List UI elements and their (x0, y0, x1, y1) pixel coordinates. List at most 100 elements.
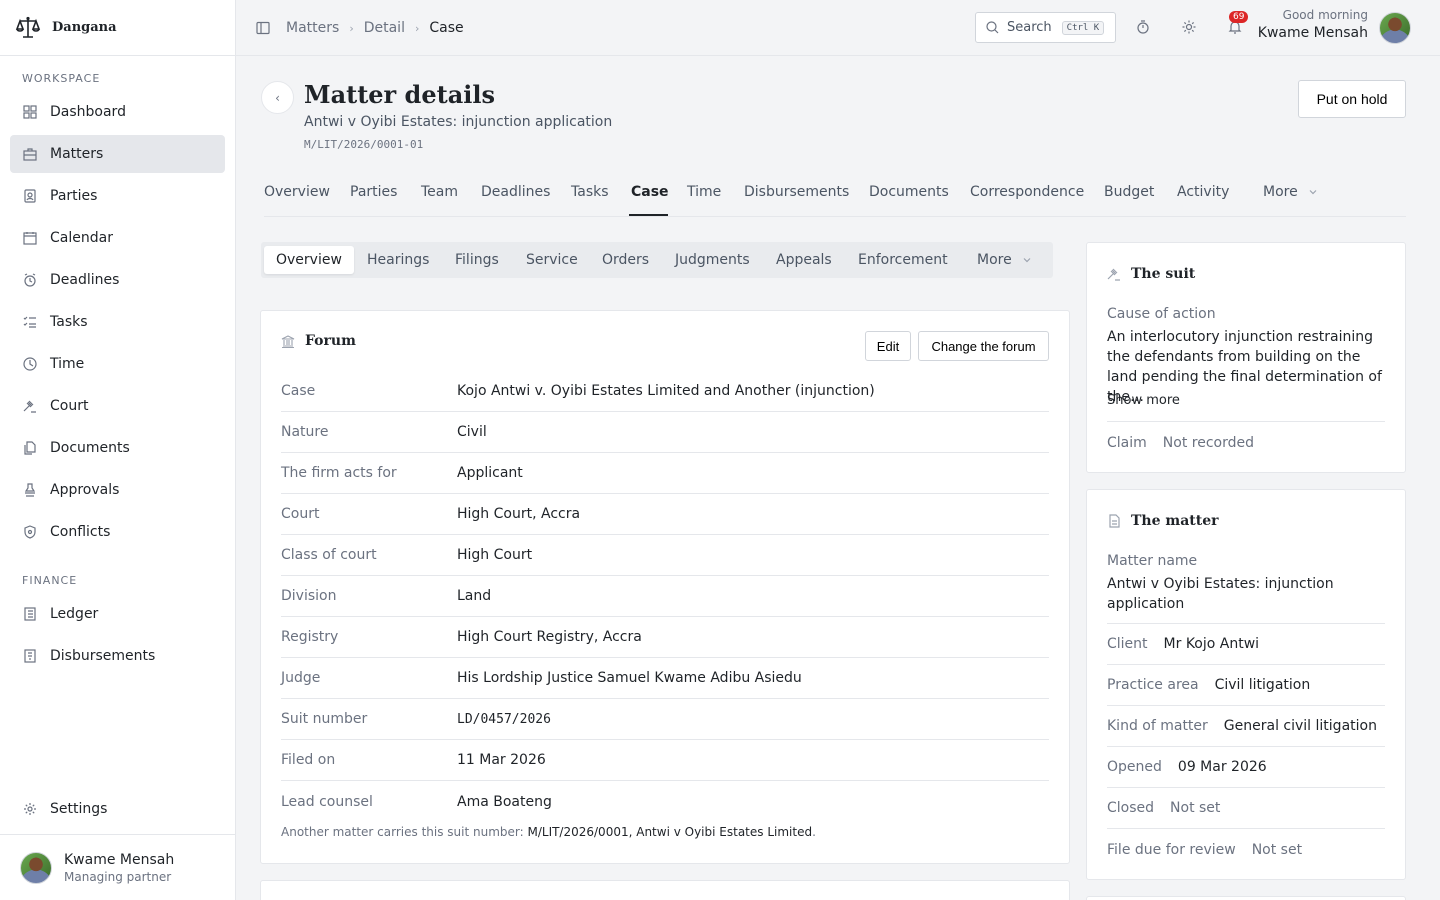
sidebar-toggle-icon[interactable] (256, 21, 270, 35)
field-value: His Lordship Justice Samuel Kwame Adibu … (457, 670, 802, 686)
field-label: Client (1107, 636, 1148, 652)
stamp-icon (22, 482, 38, 498)
sidebar: Dangana WORKSPACE Dashboard Matters Part… (0, 0, 236, 900)
theme-sun-icon[interactable] (1180, 18, 1198, 36)
sidebar-item-time[interactable]: Time (10, 345, 225, 383)
field-label: Filed on (281, 752, 336, 768)
field-label: Practice area (1107, 677, 1199, 693)
tab-overview[interactable]: Overview (264, 184, 330, 200)
subtab-service[interactable]: Service (526, 246, 578, 274)
chevron-down-icon (1308, 187, 1318, 197)
sidebar-item-parties[interactable]: Parties (10, 177, 225, 215)
breadcrumb-matters[interactable]: Matters (286, 20, 339, 36)
field-label: Class of court (281, 547, 377, 563)
tab-activity[interactable]: Activity (1177, 184, 1229, 200)
sidebar-item-disbursements[interactable]: Disbursements (10, 637, 225, 675)
sidebar-item-court[interactable]: Court (10, 387, 225, 425)
sidebar-item-label: Deadlines (50, 272, 120, 288)
matter-title: The matter (1131, 513, 1219, 529)
sidebar-item-settings[interactable]: Settings (10, 790, 225, 828)
chevron-right-icon: › (349, 21, 354, 35)
show-more-link[interactable]: Show more (1107, 393, 1180, 408)
back-button[interactable]: ‹ (261, 81, 294, 114)
brand[interactable]: Dangana (0, 0, 235, 56)
user-profile[interactable]: Kwame Mensah Managing partner (0, 834, 235, 900)
subtab-overview[interactable]: Overview (264, 246, 354, 274)
subtab-orders[interactable]: Orders (602, 246, 649, 274)
subtab-enforcement[interactable]: Enforcement (858, 246, 948, 274)
sidebar-item-label: Parties (50, 188, 98, 204)
tab-case[interactable]: Case (631, 184, 669, 200)
forum-card-title: Forum (281, 333, 356, 349)
breadcrumb: Matters › Detail › Case (256, 0, 464, 56)
breadcrumb-detail[interactable]: Detail (364, 20, 405, 36)
note-prefix: Another matter carries this suit number: (281, 825, 528, 839)
field-value: Not recorded (1162, 434, 1254, 451)
greeting-text: Good morning (1282, 8, 1368, 22)
claim-row: Claim Not recorded (1107, 422, 1385, 463)
field-label: File due for review (1107, 841, 1236, 858)
user-name: Kwame Mensah (64, 851, 175, 868)
field-label: Closed (1107, 800, 1155, 816)
field-label: Lead counsel (281, 793, 373, 810)
avatar[interactable] (1379, 12, 1411, 44)
tab-time[interactable]: Time (687, 184, 721, 200)
field-value: High Court Registry, Accra (457, 629, 642, 645)
change-forum-button[interactable]: Change the forum (918, 331, 1049, 361)
subtab-appeals[interactable]: Appeals (776, 246, 832, 274)
sidebar-item-label: Ledger (50, 606, 99, 622)
field-label: Case (281, 383, 316, 399)
tab-tasks[interactable]: Tasks (571, 184, 609, 200)
tab-disbursements[interactable]: Disbursements (744, 184, 849, 200)
documents-icon (22, 440, 38, 456)
grid-icon (22, 104, 38, 120)
forum-title: Forum (305, 333, 356, 349)
tab-more[interactable]: More (1263, 184, 1318, 200)
sidebar-item-approvals[interactable]: Approvals (10, 471, 225, 509)
sidebar-item-label: Conflicts (50, 524, 111, 540)
tab-team[interactable]: Team (421, 184, 458, 200)
matter-card-title: The matter (1107, 513, 1218, 529)
sidebar-item-label: Settings (50, 801, 108, 817)
field-value: Not set (1170, 800, 1221, 816)
tab-more-label: More (1263, 184, 1298, 200)
sidebar-item-dashboard[interactable]: Dashboard (10, 93, 225, 131)
edit-forum-button[interactable]: Edit (865, 331, 911, 361)
sidebar-item-documents[interactable]: Documents (10, 429, 225, 467)
subtab-filings[interactable]: Filings (455, 246, 499, 274)
suit-card-title: The suit (1107, 266, 1195, 282)
timer-icon[interactable] (1134, 18, 1152, 36)
search-button[interactable]: Search Ctrl K (975, 12, 1116, 43)
tab-documents[interactable]: Documents (869, 184, 949, 200)
forum-row-division: Division Land (281, 576, 1049, 617)
courthouse-icon (281, 334, 295, 348)
related-matter-link[interactable]: M/LIT/2026/0001, Antwi v Oyibi Estates L… (527, 825, 812, 839)
forum-row-nature: Nature Civil (281, 412, 1049, 453)
subtab-judgments[interactable]: Judgments (675, 246, 750, 274)
chevron-down-icon (1022, 255, 1032, 265)
workspace-section-label: WORKSPACE (22, 72, 101, 85)
cause-of-action-label: Cause of action (1107, 306, 1216, 322)
sidebar-item-label: Dashboard (50, 104, 126, 120)
sidebar-item-matters[interactable]: Matters (10, 135, 225, 173)
search-shortcut: Ctrl K (1061, 20, 1105, 35)
tab-budget[interactable]: Budget (1104, 184, 1154, 200)
tab-parties[interactable]: Parties (350, 184, 397, 200)
sidebar-item-conflicts[interactable]: Conflicts (10, 513, 225, 551)
subtab-more[interactable]: More (977, 246, 1032, 274)
sidebar-item-tasks[interactable]: Tasks (10, 303, 225, 341)
suit-card: The suit Cause of action An interlocutor… (1086, 242, 1406, 473)
tab-correspondence[interactable]: Correspondence (970, 184, 1084, 200)
sidebar-item-ledger[interactable]: Ledger (10, 595, 225, 633)
forum-row-lead-counsel: Lead counsel Ama Boateng (281, 781, 1049, 822)
sidebar-item-calendar[interactable]: Calendar (10, 219, 225, 257)
forum-row-filed-on: Filed on 11 Mar 2026 (281, 740, 1049, 781)
put-on-hold-button[interactable]: Put on hold (1298, 80, 1406, 118)
sidebar-item-deadlines[interactable]: Deadlines (10, 261, 225, 299)
field-label: Opened (1107, 759, 1162, 775)
clock-icon (22, 356, 38, 372)
subtab-hearings[interactable]: Hearings (367, 246, 429, 274)
receipt-icon (22, 648, 38, 664)
field-value: Mr Kojo Antwi (1163, 636, 1260, 652)
tab-deadlines[interactable]: Deadlines (481, 184, 550, 200)
